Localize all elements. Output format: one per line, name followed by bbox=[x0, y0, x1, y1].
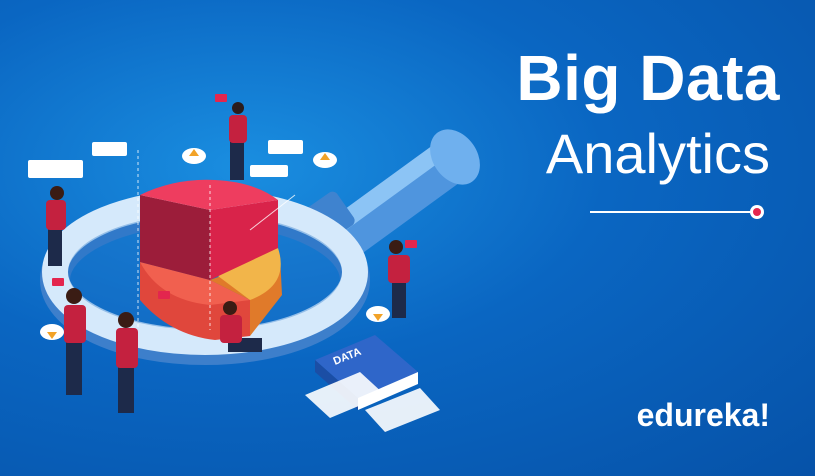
title-underline-dot bbox=[750, 205, 764, 219]
edureka-logo: edureka! bbox=[636, 397, 770, 433]
title-big-data: Big Data bbox=[516, 42, 780, 114]
title-underline bbox=[590, 211, 755, 213]
banner: DATA Big Data Analytics edureka! bbox=[0, 0, 815, 476]
pie-chart-icon bbox=[140, 179, 282, 340]
big-data-illustration: DATA bbox=[28, 94, 480, 432]
title-analytics: Analytics bbox=[545, 122, 770, 185]
data-book-icon: DATA bbox=[305, 335, 440, 432]
